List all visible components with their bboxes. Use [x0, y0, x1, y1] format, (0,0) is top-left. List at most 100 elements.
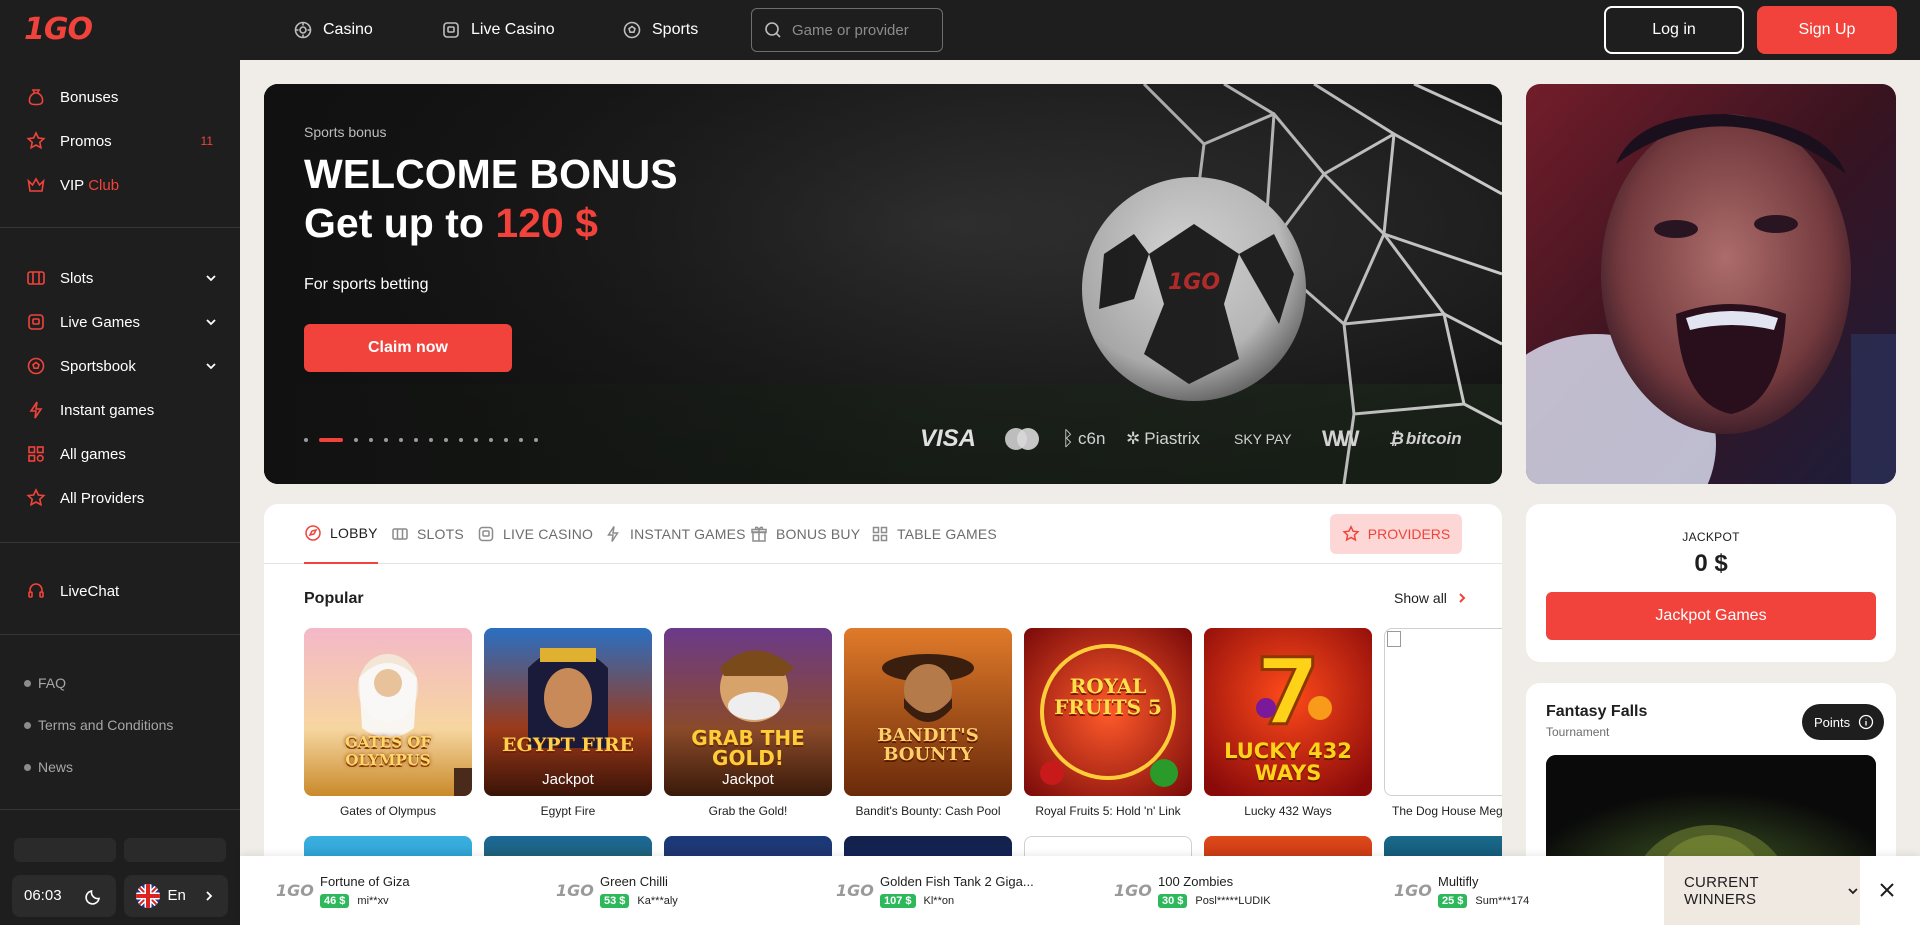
winner-item[interactable]: 1GO Fortune of Giza 46 $ mi**xv [276, 856, 410, 925]
chevron-down-icon[interactable] [204, 315, 218, 329]
side-promo-banner[interactable] [1526, 84, 1896, 484]
game-card[interactable]: GRAB THE GOLD! Jackpot Grab the Gold! [664, 628, 832, 818]
chevron-down-icon[interactable] [204, 359, 218, 373]
sidebar-item-slots[interactable]: Slots [0, 256, 240, 300]
winner-item[interactable]: 1GO Golden Fish Tank 2 Giga... 107 $ Kl**… [836, 856, 1034, 925]
brand-mark-icon: 1GO [556, 881, 594, 900]
chevron-down-icon[interactable] [204, 271, 218, 285]
winner-row: 107 $ Kl**on [880, 893, 1034, 908]
winner-user: Kl**on [923, 894, 955, 907]
nav-casino[interactable]: Casino [293, 0, 373, 60]
sidebar-item-vip-club[interactable]: VIP Club [0, 163, 240, 207]
signup-button[interactable]: Sign Up [1757, 6, 1897, 54]
winner-item[interactable]: 1GO Green Chilli 53 $ Ka***aly [556, 856, 678, 925]
carousel-dot[interactable] [384, 438, 388, 442]
tab-instant-games[interactable]: INSTANT GAMES [604, 504, 746, 564]
carousel-dot[interactable] [474, 438, 478, 442]
sidebar-item-sportsbook[interactable]: Sportsbook [0, 344, 240, 388]
carousel-dot-active[interactable] [319, 438, 343, 442]
nav-live-casino[interactable]: Live Casino [441, 0, 555, 60]
google-play-badge[interactable] [124, 838, 226, 862]
crown-icon [26, 175, 46, 195]
game-card[interactable]: BANDIT'S BOUNTY Bandit's Bounty: Cash Po… [844, 628, 1012, 818]
show-all-label: Show all [1394, 590, 1447, 606]
winner-item[interactable]: 1GO Multifly 25 $ Sum***174 [1394, 856, 1529, 925]
login-button[interactable]: Log in [1604, 6, 1744, 54]
carousel-dot[interactable] [399, 438, 403, 442]
mastercard-label: mastercard [1002, 424, 1003, 425]
winner-user: Posl*****LUDIK [1195, 894, 1271, 907]
soccer-ball-icon [26, 356, 46, 376]
bullet-dot [24, 763, 31, 771]
jackpot-games-button[interactable]: Jackpot Games [1546, 592, 1876, 640]
carousel-dot[interactable] [429, 438, 433, 442]
sidebar: 1GO Bonuses Promos 11 VIP Club Slots Liv… [0, 0, 240, 925]
game-card[interactable]: The Dog House Meg [1384, 628, 1502, 818]
sidebar-item-instant-games[interactable]: Instant games [0, 388, 240, 432]
lobby-icon [305, 525, 321, 541]
footer-link-news[interactable]: News [0, 746, 240, 788]
points-button[interactable]: Points [1802, 704, 1885, 740]
winner-item[interactable]: 1GO 100 Zombies 30 $ Posl*****LUDIK [1114, 856, 1271, 925]
carousel-dot[interactable] [354, 438, 358, 442]
tab-bonus-buy[interactable]: BONUS BUY [750, 504, 860, 564]
nav-sports[interactable]: Sports [622, 0, 698, 60]
winner-game: Fortune of Giza [320, 873, 410, 889]
hero-kicker: Sports bonus [304, 124, 387, 140]
sidebar-item-all-providers[interactable]: All Providers [0, 476, 240, 520]
tournament-title: Fantasy Falls [1546, 703, 1648, 720]
carousel-dot[interactable] [519, 438, 523, 442]
carousel-dot[interactable] [304, 438, 308, 442]
chevron-down-icon [1848, 887, 1858, 894]
footer-link-terms[interactable]: Terms and Conditions [0, 704, 240, 746]
close-icon[interactable] [1876, 879, 1898, 901]
tab-live-casino[interactable]: LIVE CASINO [477, 504, 593, 564]
language-selector[interactable]: En [123, 874, 228, 917]
hero-banner[interactable]: 1GO Sports bonus WELCOME BONUS Get up to… [264, 84, 1502, 484]
w-payment-label: W [1322, 426, 1343, 451]
carousel-dot[interactable] [489, 438, 493, 442]
sidebar-item-live-games[interactable]: Live Games [0, 300, 240, 344]
carousel-dots[interactable] [304, 438, 538, 442]
carousel-dot[interactable] [534, 438, 538, 442]
brand-mark-icon: 1GO [836, 881, 874, 900]
app-store-badge[interactable] [14, 838, 116, 862]
sidebar-item-all-games[interactable]: All games [0, 432, 240, 476]
sidebar-item-promos[interactable]: Promos 11 [0, 119, 240, 163]
show-all-link[interactable]: Show all [1394, 590, 1469, 606]
providers-button[interactable]: PROVIDERS [1330, 514, 1462, 554]
hero-bonus-amount: 120 $ [495, 200, 598, 246]
tab-label: SLOTS [417, 526, 464, 542]
footer-link-label: News [38, 759, 74, 775]
game-thumbnail: EGYPT FIRE Jackpot [484, 628, 652, 796]
carousel-dot[interactable] [444, 438, 448, 442]
carousel-dot[interactable] [414, 438, 418, 442]
nav-label: Sports [652, 21, 699, 38]
sidebar-item-livechat[interactable]: LiveChat [0, 569, 240, 613]
soccer-net-illustration: 1GO [264, 84, 1502, 484]
carousel-dot[interactable] [504, 438, 508, 442]
language-label: En [167, 887, 186, 904]
sidebar-item-bonuses[interactable]: Bonuses [0, 75, 240, 119]
claim-now-button[interactable]: Claim now [304, 324, 512, 372]
tab-slots[interactable]: SLOTS [391, 504, 464, 564]
moon-icon[interactable] [84, 886, 104, 906]
current-winners-toggle[interactable]: CURRENT WINNERS [1664, 856, 1860, 925]
tab-table-games[interactable]: TABLE GAMES [871, 504, 997, 564]
game-thumbnail: GATES OF OLYMPUS [304, 628, 472, 796]
tab-lobby[interactable]: LOBBY [304, 504, 378, 564]
section-title-popular: Popular [304, 590, 364, 607]
footer-link-faq[interactable]: FAQ [0, 662, 240, 704]
search-input[interactable] [792, 21, 932, 39]
game-card[interactable]: 7 LUCKY 432 WAYS Lucky 432 Ways [1204, 628, 1372, 818]
game-title: The Dog House Meg [1392, 804, 1502, 818]
sidebar-bottom-bar: 06:03 En [0, 866, 240, 925]
carousel-dot[interactable] [459, 438, 463, 442]
carousel-dot[interactable] [369, 438, 373, 442]
gift-icon [751, 526, 767, 542]
game-card[interactable]: GATES OF OLYMPUS Gates of Olympus [304, 628, 472, 818]
game-card[interactable]: EGYPT FIRE Jackpot Egypt Fire [484, 628, 652, 818]
brand-logo[interactable]: 1GO [24, 12, 93, 47]
grid-icon [26, 444, 46, 464]
game-card[interactable]: ROYAL FRUITS 5 Royal Fruits 5: Hold 'n' … [1024, 628, 1192, 818]
